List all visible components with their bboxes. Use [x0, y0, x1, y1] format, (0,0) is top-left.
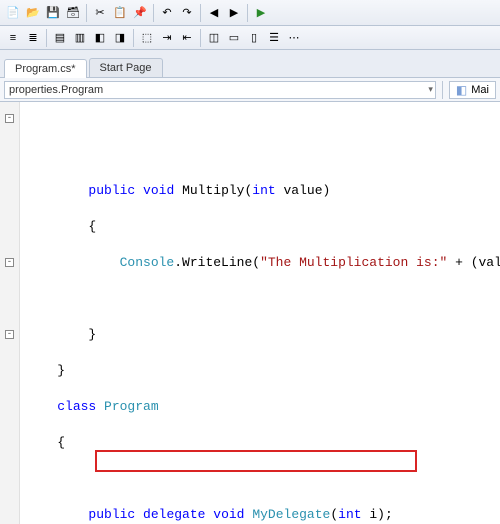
separator: [200, 29, 201, 47]
cut-icon[interactable]: ✂: [91, 4, 109, 22]
copy-icon[interactable]: 📋: [111, 4, 129, 22]
undo-icon[interactable]: ↶: [158, 4, 176, 22]
redo-icon[interactable]: ↷: [178, 4, 196, 22]
paste-icon[interactable]: 📌: [131, 4, 149, 22]
indent-icon[interactable]: ≡: [4, 29, 22, 47]
save-icon[interactable]: 💾: [44, 4, 62, 22]
fold-icon[interactable]: -: [5, 114, 14, 123]
tab-icon[interactable]: ⇥: [158, 29, 176, 47]
callout-highlight: [95, 450, 417, 472]
play-icon[interactable]: ▶: [252, 4, 270, 22]
uncomment-icon[interactable]: ▥: [71, 29, 89, 47]
chevron-down-icon: ▾: [428, 84, 433, 95]
separator: [86, 4, 87, 22]
new-file-icon[interactable]: 📄: [4, 4, 22, 22]
scope-dropdown[interactable]: properties.Program ▾: [4, 81, 436, 99]
open-file-icon[interactable]: 📂: [24, 4, 42, 22]
more-icon[interactable]: ⋯: [285, 29, 303, 47]
separator: [133, 29, 134, 47]
code-nav-bar: properties.Program ▾ ◧ Mai: [0, 78, 500, 102]
document-tabs: Program.cs* Start Page: [0, 50, 500, 78]
editor-gutter: - - -: [0, 102, 20, 524]
list-icon[interactable]: ☰: [265, 29, 283, 47]
member-label: Mai: [471, 84, 489, 96]
outdent-icon[interactable]: ≣: [24, 29, 42, 47]
comment-icon[interactable]: ▤: [51, 29, 69, 47]
window2-icon[interactable]: ▯: [245, 29, 263, 47]
method-icon: ◧: [456, 83, 467, 97]
untab-icon[interactable]: ⇤: [178, 29, 196, 47]
prev-bookmark-icon[interactable]: ◨: [111, 29, 129, 47]
save-all-icon[interactable]: 🗃: [64, 4, 82, 22]
window1-icon[interactable]: ▭: [225, 29, 243, 47]
separator: [442, 81, 443, 99]
separator: [153, 4, 154, 22]
member-dropdown[interactable]: ◧ Mai: [449, 81, 496, 99]
scope-label: properties.Program: [9, 84, 103, 96]
separator: [200, 4, 201, 22]
separator: [247, 4, 248, 22]
code-editor[interactable]: - - - public void Multiply(int value) { …: [0, 102, 500, 524]
tab-start-page[interactable]: Start Page: [89, 58, 163, 77]
tab-program-cs[interactable]: Program.cs*: [4, 59, 87, 78]
bookmark-icon[interactable]: ◧: [91, 29, 109, 47]
toolbar-main: 📄 📂 💾 🗃 ✂ 📋 📌 ↶ ↷ ◀ ▶ ▶: [0, 0, 500, 26]
format-icon[interactable]: ⬚: [138, 29, 156, 47]
nav-fwd-icon[interactable]: ▶: [225, 4, 243, 22]
fold-icon[interactable]: -: [5, 258, 14, 267]
fold-icon[interactable]: -: [5, 330, 14, 339]
separator: [46, 29, 47, 47]
doc-outline-icon[interactable]: ◫: [205, 29, 223, 47]
nav-back-icon[interactable]: ◀: [205, 4, 223, 22]
toolbar-edit: ≡ ≣ ▤ ▥ ◧ ◨ ⬚ ⇥ ⇤ ◫ ▭ ▯ ☰ ⋯: [0, 26, 500, 50]
